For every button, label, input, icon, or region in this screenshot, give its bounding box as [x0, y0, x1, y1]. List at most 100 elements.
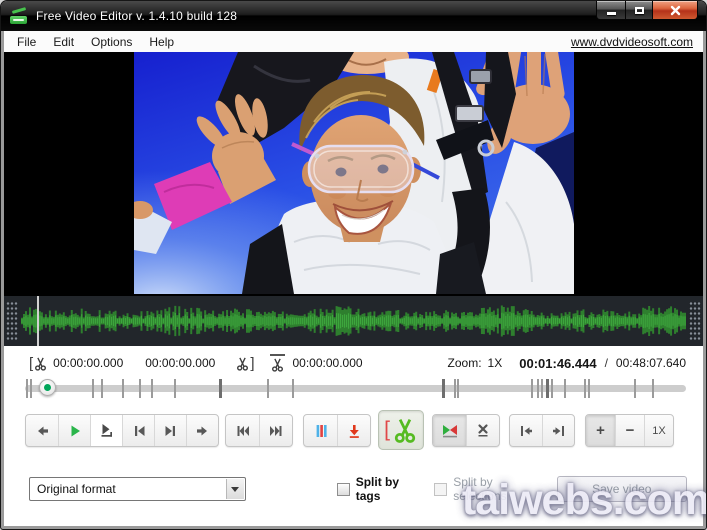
split-by-tags-checkbox[interactable] [337, 483, 350, 496]
cut-bracket-icon: [ [384, 418, 390, 442]
zoom-reset-button[interactable]: 1X [644, 415, 673, 446]
zoom-value: 1X [488, 356, 503, 370]
tag-bars-icon [313, 423, 329, 439]
waveform-left-grip[interactable] [6, 301, 18, 341]
clear-selection-button[interactable] [466, 415, 499, 446]
split-by-tags-option: Split by tags [337, 475, 424, 503]
play-button[interactable] [58, 415, 90, 446]
minimize-button[interactable] [596, 1, 625, 20]
cut-button[interactable]: [ [378, 410, 424, 450]
timeline-slider[interactable] [4, 374, 703, 404]
next-tag-icon [268, 423, 284, 439]
timeline-tick [292, 379, 294, 398]
selection-markers-icon [441, 422, 459, 439]
format-value: Original format [30, 482, 116, 496]
timeline-tick [101, 379, 103, 398]
timeline-tick [92, 379, 94, 398]
next-frame-icon [163, 423, 179, 439]
toolbar: [ + − 1X [4, 410, 703, 452]
website-link[interactable]: www.dvdvideosoft.com [571, 35, 693, 49]
current-time: 00:01:46.444 [519, 356, 596, 371]
save-frame-button[interactable] [337, 415, 370, 446]
timeline-tick [457, 379, 459, 398]
timeline-handle[interactable] [39, 379, 56, 396]
minimize-icon [607, 12, 616, 15]
menu-item-file[interactable]: File [17, 35, 36, 49]
select-fragment-button[interactable] [433, 415, 466, 446]
timeline-tick [454, 379, 456, 398]
go-to-end-button[interactable] [542, 415, 574, 446]
timeline-tick [588, 379, 590, 398]
timeline-tick [267, 379, 269, 398]
waveform-display [20, 296, 687, 346]
prev-frame-icon [131, 423, 147, 439]
prev-frame-button[interactable] [122, 415, 154, 446]
window-title: Free Video Editor v. 1.4.10 build 128 [36, 9, 237, 23]
timeline-tick [531, 379, 533, 398]
zoom-out-button[interactable]: − [615, 415, 644, 446]
selection-end-scissors-icon: ] [235, 355, 254, 372]
timeline-tick [30, 379, 32, 398]
play-icon [67, 423, 83, 439]
waveform-right-grip[interactable] [689, 301, 701, 341]
zoom-in-button[interactable]: + [586, 415, 615, 446]
split-by-selections-label: Split by selections [453, 475, 544, 503]
timeline-tick [634, 379, 636, 398]
selection-start-scissors-icon: [ [29, 355, 48, 372]
timeline-tick [219, 379, 222, 398]
jump-forward-button[interactable] [186, 415, 218, 446]
to-end-icon [551, 423, 567, 439]
selection-end-time: 00:00:00.000 [145, 356, 215, 370]
play-from-cursor-button[interactable] [90, 415, 122, 446]
timeline-tick [564, 379, 566, 398]
zoom-label: Zoom: [448, 356, 482, 370]
timeline-tick [139, 379, 141, 398]
video-preview [4, 52, 703, 296]
dropdown-button[interactable] [226, 479, 244, 499]
titlebar: Free Video Editor v. 1.4.10 build 128 [1, 1, 706, 31]
save-video-button: Save video [557, 476, 687, 502]
cursor-time: 00:00:00.000 [293, 356, 363, 370]
close-button[interactable] [653, 1, 698, 20]
scissors-icon [392, 417, 418, 443]
cursor-scissors-icon [270, 354, 285, 372]
menu-item-options[interactable]: Options [91, 35, 132, 49]
next-frame-button[interactable] [154, 415, 186, 446]
app-icon [10, 8, 28, 25]
menu-item-edit[interactable]: Edit [53, 35, 74, 49]
menubar: File Edit Options Help www.dvdvideosoft.com [4, 31, 703, 52]
close-icon [669, 4, 682, 17]
to-start-icon [518, 423, 534, 439]
menu-item-help[interactable]: Help [149, 35, 174, 49]
maximize-button[interactable] [625, 1, 653, 20]
clear-x-icon [475, 422, 491, 439]
split-by-selections-option: Split by selections [434, 475, 544, 503]
timeline-tick [174, 379, 176, 398]
timeline-track[interactable] [25, 385, 686, 392]
format-select[interactable]: Original format [29, 477, 246, 501]
audio-waveform[interactable] [4, 296, 703, 346]
arrow-left-icon [34, 423, 50, 439]
app-window: Free Video Editor v. 1.4.10 build 128 Fi… [0, 0, 707, 530]
add-tag-button[interactable] [304, 415, 337, 446]
timeline-tick [546, 379, 549, 398]
timeline-tick [652, 379, 654, 398]
split-by-selections-checkbox [434, 483, 447, 496]
waveform-playhead[interactable] [37, 296, 39, 346]
timeline-tick [584, 379, 586, 398]
timeline-tick [122, 379, 124, 398]
timeline-tick [151, 379, 153, 398]
prev-tag-button[interactable] [226, 415, 259, 446]
timeline-tick [442, 379, 445, 398]
chevron-down-icon [231, 487, 239, 492]
timeline-tick [26, 379, 28, 398]
play-from-cursor-icon [98, 422, 115, 439]
download-arrow-icon [346, 423, 362, 439]
jump-back-button[interactable] [26, 415, 58, 446]
go-to-start-button[interactable] [510, 415, 542, 446]
total-duration: 00:48:07.640 [616, 356, 686, 370]
time-divider: / [605, 356, 608, 370]
timecode-row: [ 00:00:00.000 00:00:00.000 ] 00:00:00.0… [4, 354, 703, 372]
timeline-tick [551, 379, 553, 398]
next-tag-button[interactable] [259, 415, 292, 446]
